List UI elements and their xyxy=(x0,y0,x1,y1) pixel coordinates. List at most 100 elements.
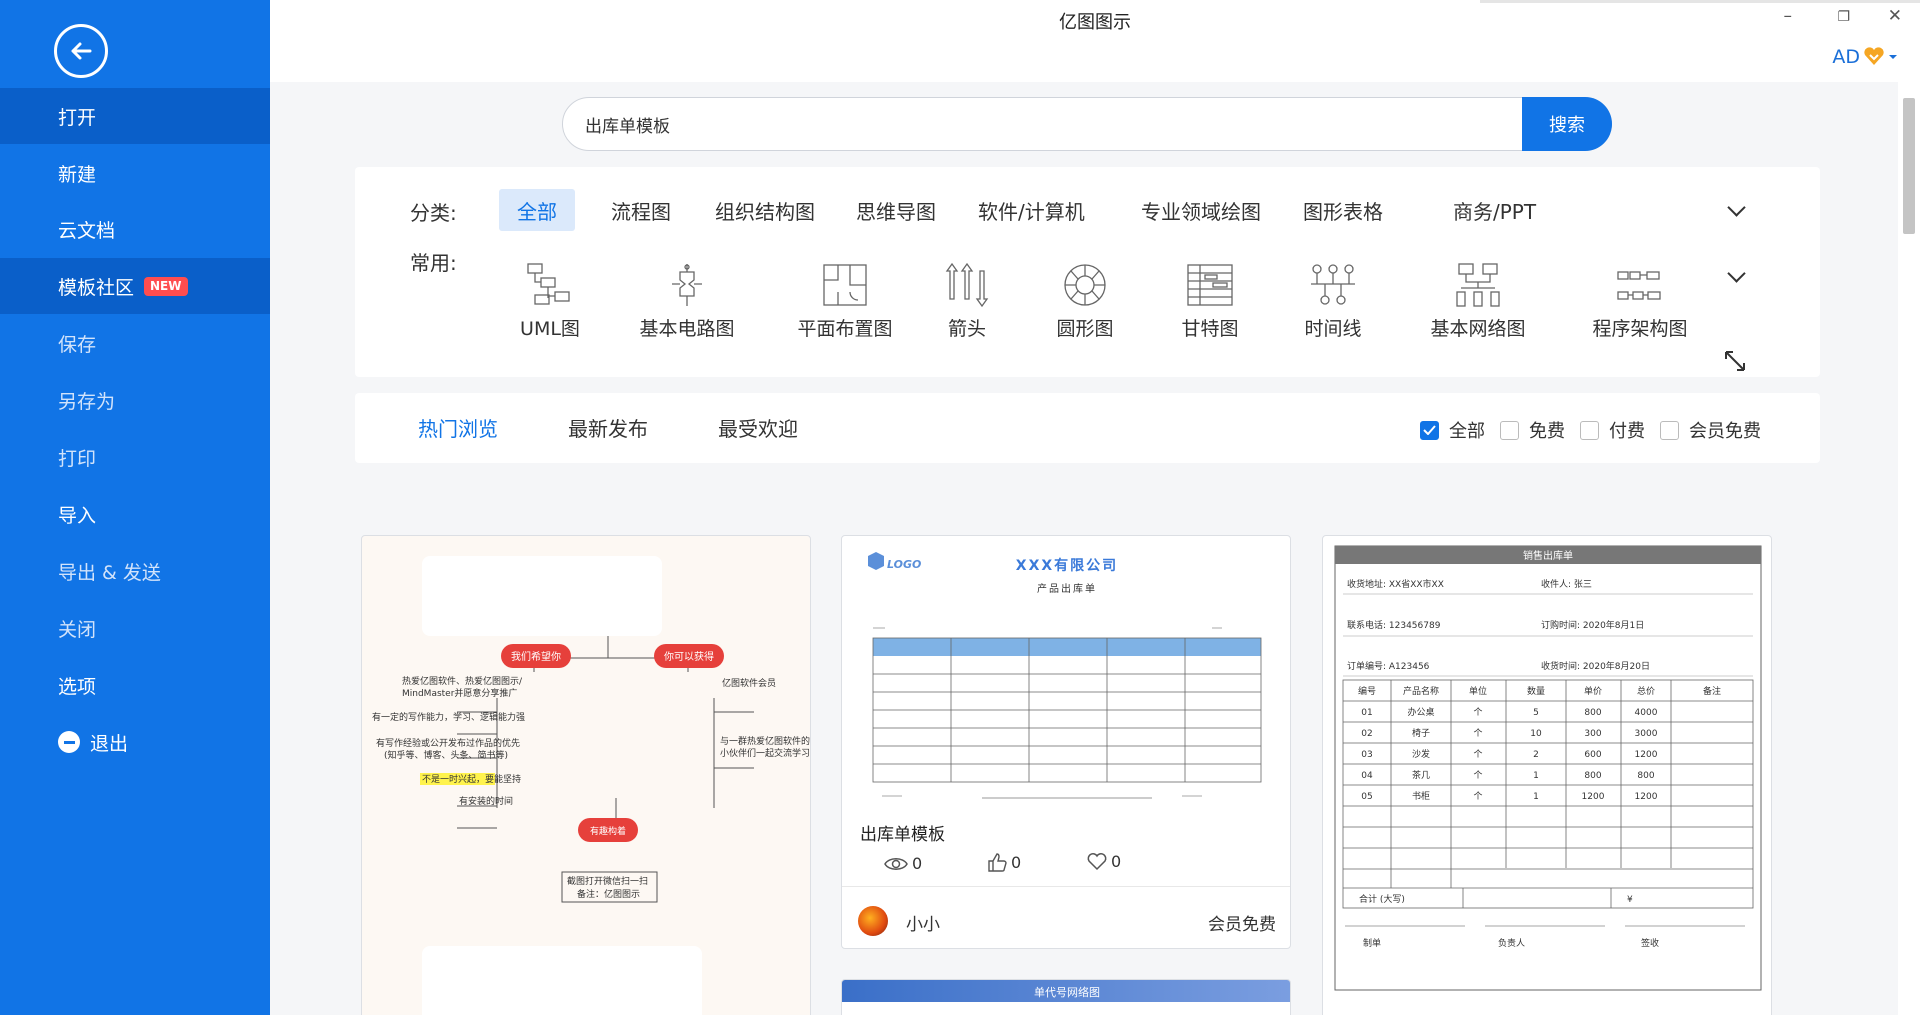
sidebar-item-export[interactable]: 导出 & 发送 xyxy=(0,543,270,599)
mindmap-line: 热爱亿图软件、热爱亿图图示/ xyxy=(402,675,523,687)
template-card-network[interactable]: 单代号网络图 xyxy=(841,979,1291,1015)
category-business-ppt[interactable]: 商务/PPT xyxy=(1435,189,1554,231)
category-graphic-table[interactable]: 图形表格 xyxy=(1285,189,1401,231)
vertical-scrollbar[interactable] xyxy=(1898,82,1920,1015)
sidebar-item-template-community[interactable]: 模板社区 NEW xyxy=(0,258,270,314)
sales-cell: 10 xyxy=(1530,729,1542,739)
sales-order-time: 订购时间: 2020年8月1日 xyxy=(1541,619,1644,631)
common-network-label: 基本网络图 xyxy=(1430,318,1526,340)
common-floor-plan[interactable]: 平面布置图 xyxy=(775,262,915,341)
sales-cell: 沙发 xyxy=(1412,748,1430,760)
minimize-button[interactable]: – xyxy=(1784,6,1793,26)
search-input[interactable] xyxy=(585,98,1485,150)
common-gantt[interactable]: 甘特图 xyxy=(1140,262,1280,341)
sales-column-header: 编号 xyxy=(1358,685,1376,697)
common-architecture[interactable]: 程序架构图 xyxy=(1570,262,1710,341)
exit-icon xyxy=(58,731,80,753)
sidebar-item-save[interactable]: 保存 xyxy=(0,315,270,371)
sidebar-item-save-as[interactable]: 另存为 xyxy=(0,372,270,428)
filter-paid[interactable]: 付费 xyxy=(1580,417,1645,443)
sales-order-no: 订单编号: A123456 xyxy=(1347,660,1430,672)
expand-common-chevron-icon[interactable] xyxy=(1727,264,1746,283)
category-software[interactable]: 软件/计算机 xyxy=(960,189,1103,231)
checkbox-icon xyxy=(1500,420,1519,440)
common-circuit[interactable]: 基本电路图 xyxy=(617,262,757,341)
category-flowchart[interactable]: 流程图 xyxy=(593,189,689,231)
sign-maker: 制单 xyxy=(1363,937,1381,949)
sales-cell: 600 xyxy=(1584,750,1601,760)
sales-receiver: 收件人: 张三 xyxy=(1541,578,1592,590)
sales-column-header: 单价 xyxy=(1584,685,1602,697)
tab-hot[interactable]: 热门浏览 xyxy=(418,413,498,442)
network-card-header-text: 单代号网络图 xyxy=(1034,986,1100,999)
sales-phone: 联系电话: 123456789 xyxy=(1347,619,1441,631)
likes-count[interactable]: 0 xyxy=(987,852,1021,872)
common-floor-plan-label: 平面布置图 xyxy=(797,318,893,340)
mindmap-line: (知乎等、博客、头条、简书等) xyxy=(384,749,508,761)
template-card-outbound[interactable]: LOGO XXX有限公司 产品出库单 出库单模板 0 0 0 小小 会员免费 xyxy=(841,535,1291,949)
tab-latest[interactable]: 最新发布 xyxy=(568,413,648,442)
category-mind-map[interactable]: 思维导图 xyxy=(838,189,954,231)
sales-cell: 2 xyxy=(1533,750,1539,760)
window-shadow xyxy=(1480,0,1920,3)
heart-icon xyxy=(1087,853,1107,871)
scrollbar-thumb[interactable] xyxy=(1903,98,1915,234)
mindmap-line: MindMaster并愿意分享推广 xyxy=(402,687,517,699)
common-uml-label: UML图 xyxy=(520,318,580,340)
back-arrow-icon[interactable] xyxy=(54,24,108,78)
sidebar-item-options[interactable]: 选项 xyxy=(0,657,270,713)
thumbs-up-icon xyxy=(988,853,1007,872)
sales-cell: 4000 xyxy=(1635,708,1658,718)
sidebar-item-exit[interactable]: 退出 xyxy=(0,714,270,770)
sales-cell: 办公桌 xyxy=(1407,706,1434,718)
expand-categories-chevron-icon[interactable] xyxy=(1727,198,1746,217)
template-card-sales[interactable]: 销售出库单 收货地址: XX省XX市XX 收件人: 张三 联系电话: 12345… xyxy=(1322,535,1772,1015)
filter-all[interactable]: 全部 xyxy=(1420,417,1485,443)
mindmap-topic-left: 我们希望你 xyxy=(511,650,561,663)
sales-column-header: 备注 xyxy=(1703,685,1721,697)
author-name: 小小 xyxy=(906,915,940,935)
sales-cell: 3000 xyxy=(1635,729,1658,739)
sales-column-header: 数量 xyxy=(1527,685,1545,697)
search-button[interactable]: 搜索 xyxy=(1522,97,1612,151)
sales-column-header: 产品名称 xyxy=(1403,685,1439,697)
category-all[interactable]: 全部 xyxy=(499,189,575,231)
category-professional[interactable]: 专业领域绘图 xyxy=(1123,189,1279,231)
favorites-count[interactable]: 0 xyxy=(1087,852,1121,871)
common-network[interactable]: 基本网络图 xyxy=(1408,262,1548,341)
sidebar-item-open[interactable]: 打开 xyxy=(0,88,270,144)
sales-cell: 个 xyxy=(1473,728,1482,739)
common-circle[interactable]: 圆形图 xyxy=(1015,262,1155,341)
sales-cell: 个 xyxy=(1473,749,1482,760)
user-account[interactable]: AD xyxy=(1832,46,1898,68)
expand-arrows-icon[interactable] xyxy=(1723,349,1747,373)
common-timeline[interactable]: 时间线 xyxy=(1263,262,1403,341)
tab-popular[interactable]: 最受欢迎 xyxy=(718,413,798,442)
sales-cell: 300 xyxy=(1584,729,1601,739)
mindmap-line: 小伙伴们一起交流学习 xyxy=(720,747,810,759)
sidebar-item-cloud-docs[interactable]: 云文档 xyxy=(0,201,270,257)
sidebar-item-print[interactable]: 打印 xyxy=(0,429,270,485)
sidebar-item-new[interactable]: 新建 xyxy=(0,145,270,201)
common-uml[interactable]: UML图 xyxy=(480,262,620,341)
common-label: 常用: xyxy=(410,251,457,275)
sales-total-label: 合计 (大写) xyxy=(1359,893,1405,905)
sales-cell: 椅子 xyxy=(1412,727,1430,739)
sales-cell: 1200 xyxy=(1635,750,1658,760)
gantt-icon xyxy=(1187,264,1233,306)
sales-cell: 1 xyxy=(1533,771,1539,781)
chevron-down-icon xyxy=(1889,55,1897,59)
network-icon xyxy=(1456,263,1500,307)
category-org-chart[interactable]: 组织结构图 xyxy=(697,189,833,231)
logo-text: LOGO xyxy=(887,558,921,571)
filter-free[interactable]: 免费 xyxy=(1500,417,1565,443)
template-card-mindmap[interactable]: 我们希望你 你可以获得 有趣构着 热爱亿图软件、热爱亿图图示/ MindMast… xyxy=(361,535,811,1015)
restore-button[interactable]: ❐ xyxy=(1837,9,1850,25)
close-window-button[interactable]: ✕ xyxy=(1888,6,1902,26)
category-label: 分类: xyxy=(410,201,457,225)
arrow-shapes-icon xyxy=(945,262,989,308)
filter-member-free[interactable]: 会员免费 xyxy=(1660,417,1761,443)
sidebar-item-close[interactable]: 关闭 xyxy=(0,600,270,656)
sales-cell: 01 xyxy=(1361,708,1372,718)
sidebar-item-import[interactable]: 导入 xyxy=(0,486,270,542)
